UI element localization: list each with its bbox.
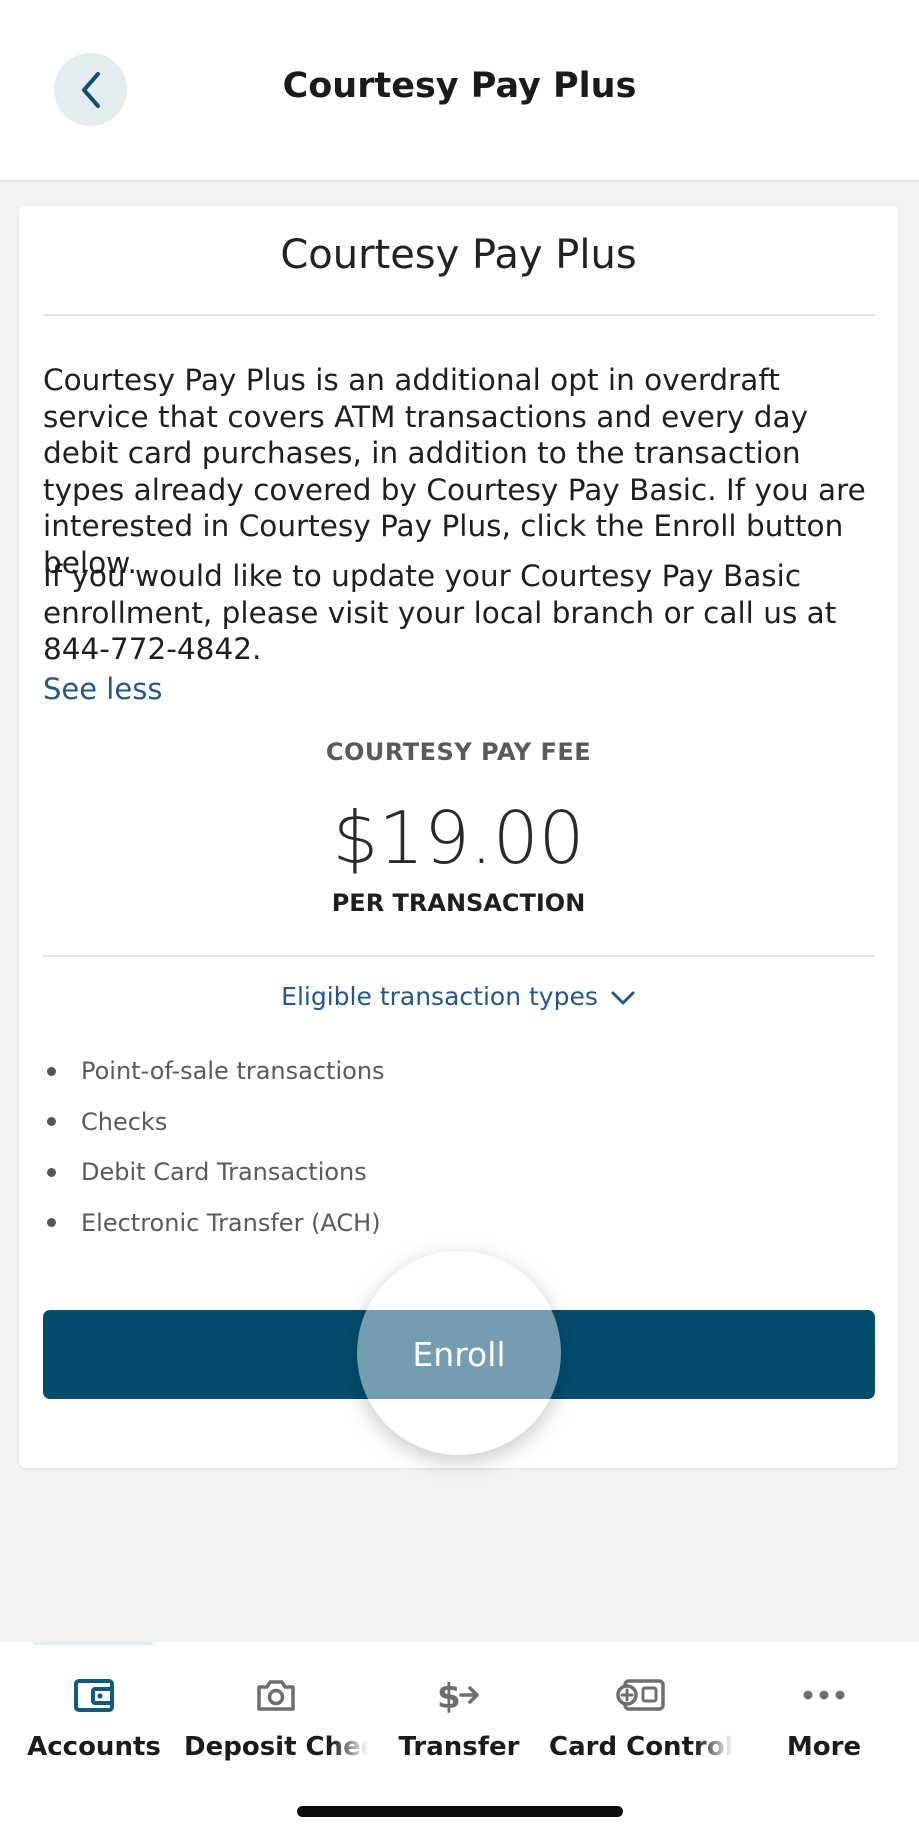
divider xyxy=(43,314,875,316)
tab-accounts[interactable]: Accounts xyxy=(2,1670,186,1762)
home-indicator xyxy=(297,1806,623,1817)
tab-card-control[interactable]: Card Control xyxy=(549,1670,733,1762)
list-item: Point-of-sale transactions xyxy=(43,1046,863,1097)
tab-label: Transfer xyxy=(398,1732,520,1762)
fee-amount: $19.00 xyxy=(332,796,585,880)
courtesy-pay-card: Courtesy Pay Plus Courtesy Pay Plus is a… xyxy=(19,206,898,1468)
bullet xyxy=(47,1218,56,1228)
tab-label: More xyxy=(786,1732,862,1762)
list-item: Debit Card Transactions xyxy=(43,1147,863,1198)
chevron-down-icon xyxy=(611,991,635,1005)
tab-deposit-check[interactable]: Deposit Chec xyxy=(184,1670,368,1762)
list-item: Electronic Transfer (ACH) xyxy=(43,1198,863,1249)
update-enrollment-paragraph: If you would like to update your Courtes… xyxy=(43,559,837,666)
tab-label: Deposit Chec xyxy=(184,1732,368,1762)
active-tab-indicator xyxy=(33,1642,153,1645)
fee-unit: PER TRANSACTION xyxy=(331,889,586,917)
transaction-types-list: Point-of-sale transactions Checks Debit … xyxy=(43,1046,863,1248)
camera-icon xyxy=(257,1680,295,1711)
transfer-icon: $ xyxy=(437,1677,479,1716)
transaction-type-label: Checks xyxy=(81,1107,168,1136)
bullet xyxy=(47,1167,56,1177)
transaction-type-label: Point-of-sale transactions xyxy=(81,1057,385,1086)
bullet xyxy=(47,1066,56,1076)
wallet-icon xyxy=(74,1679,114,1712)
description-paragraph: Courtesy Pay Plus is an additional opt i… xyxy=(43,363,866,580)
tab-label: Card Control xyxy=(549,1732,733,1762)
svg-text:$: $ xyxy=(437,1677,461,1716)
eligible-types-toggle[interactable]: Eligible transaction types xyxy=(19,982,898,1011)
see-less-link[interactable]: See less xyxy=(43,672,162,706)
fee-label: COURTESY PAY FEE xyxy=(325,738,592,766)
tab-label: Accounts xyxy=(27,1732,161,1762)
top-header: Courtesy Pay Plus xyxy=(0,0,919,182)
eligible-types-label: Eligible transaction types xyxy=(281,982,598,1011)
enroll-button-label[interactable]: Enroll xyxy=(43,1310,875,1399)
bullet xyxy=(47,1117,56,1127)
page-title: Courtesy Pay Plus xyxy=(282,66,637,106)
tab-more[interactable]: More xyxy=(732,1670,916,1762)
card-title: Courtesy Pay Plus xyxy=(280,232,637,278)
tab-transfer[interactable]: $ Transfer xyxy=(367,1670,551,1762)
transaction-type-label: Debit Card Transactions xyxy=(81,1158,367,1187)
card-control-icon xyxy=(616,1679,665,1711)
list-item: Checks xyxy=(43,1097,863,1148)
more-icon xyxy=(803,1690,845,1700)
transaction-type-label: Electronic Transfer (ACH) xyxy=(81,1208,381,1237)
divider xyxy=(43,955,875,957)
